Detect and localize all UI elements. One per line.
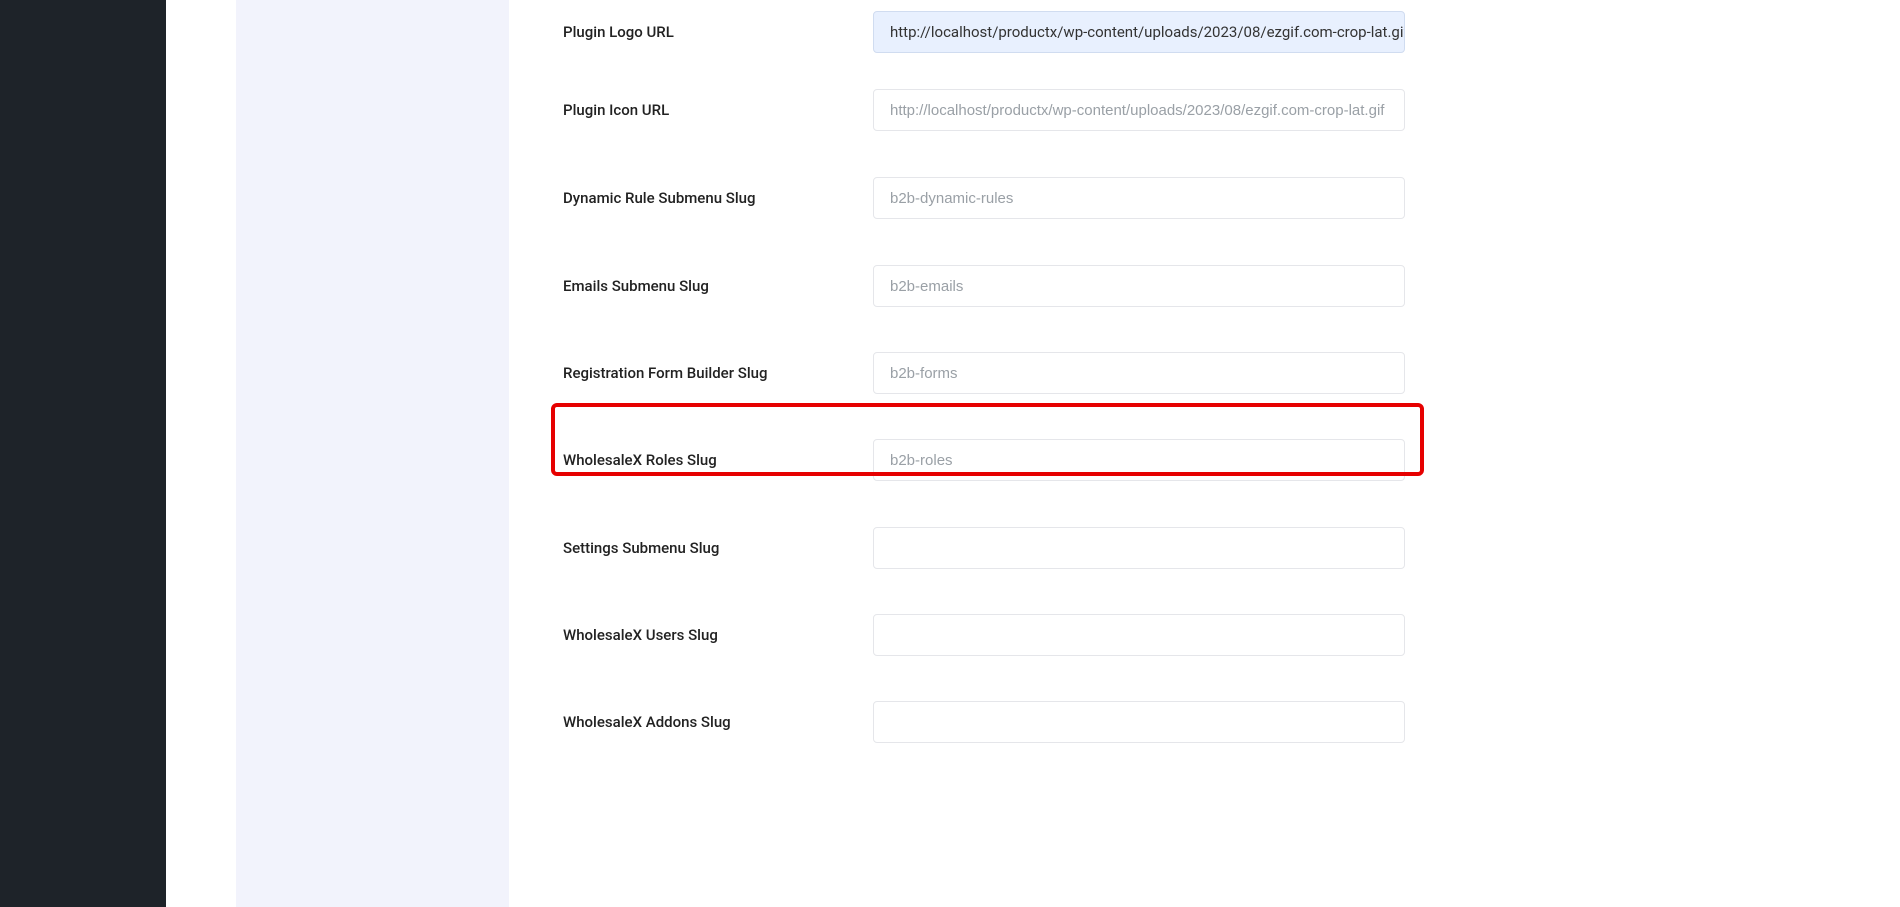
row-plugin-icon-url: Plugin Icon URL (563, 66, 1840, 154)
label-plugin-icon-url: Plugin Icon URL (563, 101, 873, 119)
row-wholesalex-users-slug: WholesaleX Users Slug (563, 591, 1840, 679)
input-plugin-logo-url-text: http://localhost/productx/wp-content/upl… (890, 23, 1405, 41)
row-plugin-logo-url: Plugin Logo URL http://localhost/product… (563, 0, 1840, 76)
row-settings-slug: Settings Submenu Slug (563, 504, 1840, 592)
row-wholesalex-addons-slug: WholesaleX Addons Slug (563, 678, 1840, 766)
label-wholesalex-roles-slug: WholesaleX Roles Slug (563, 451, 873, 469)
row-emails-slug: Emails Submenu Slug (563, 242, 1840, 330)
label-wholesalex-users-slug: WholesaleX Users Slug (563, 626, 873, 644)
input-registration-form-slug[interactable] (873, 352, 1405, 394)
input-dynamic-rule-slug[interactable] (873, 177, 1405, 219)
label-dynamic-rule-slug: Dynamic Rule Submenu Slug (563, 189, 873, 207)
input-settings-slug[interactable] (873, 527, 1405, 569)
settings-content: Plugin Logo URL http://localhost/product… (509, 0, 1900, 907)
label-registration-form-slug: Registration Form Builder Slug (563, 364, 873, 382)
label-plugin-logo-url: Plugin Logo URL (563, 23, 873, 41)
input-plugin-logo-url-display[interactable]: http://localhost/productx/wp-content/upl… (873, 11, 1405, 53)
input-wholesalex-users-slug[interactable] (873, 614, 1405, 656)
label-emails-slug: Emails Submenu Slug (563, 277, 873, 295)
input-wholesalex-addons-slug[interactable] (873, 701, 1405, 743)
settings-light-sidebar (236, 0, 509, 907)
admin-dark-sidebar (0, 0, 166, 907)
row-wholesalex-roles-slug: WholesaleX Roles Slug (563, 416, 1840, 504)
row-registration-form-slug: Registration Form Builder Slug (563, 329, 1840, 417)
input-emails-slug[interactable] (873, 265, 1405, 307)
label-wholesalex-addons-slug: WholesaleX Addons Slug (563, 713, 873, 731)
input-plugin-icon-url[interactable] (873, 89, 1405, 131)
input-wholesalex-roles-slug[interactable] (873, 439, 1405, 481)
label-settings-slug: Settings Submenu Slug (563, 539, 873, 557)
row-dynamic-rule-slug: Dynamic Rule Submenu Slug (563, 154, 1840, 242)
